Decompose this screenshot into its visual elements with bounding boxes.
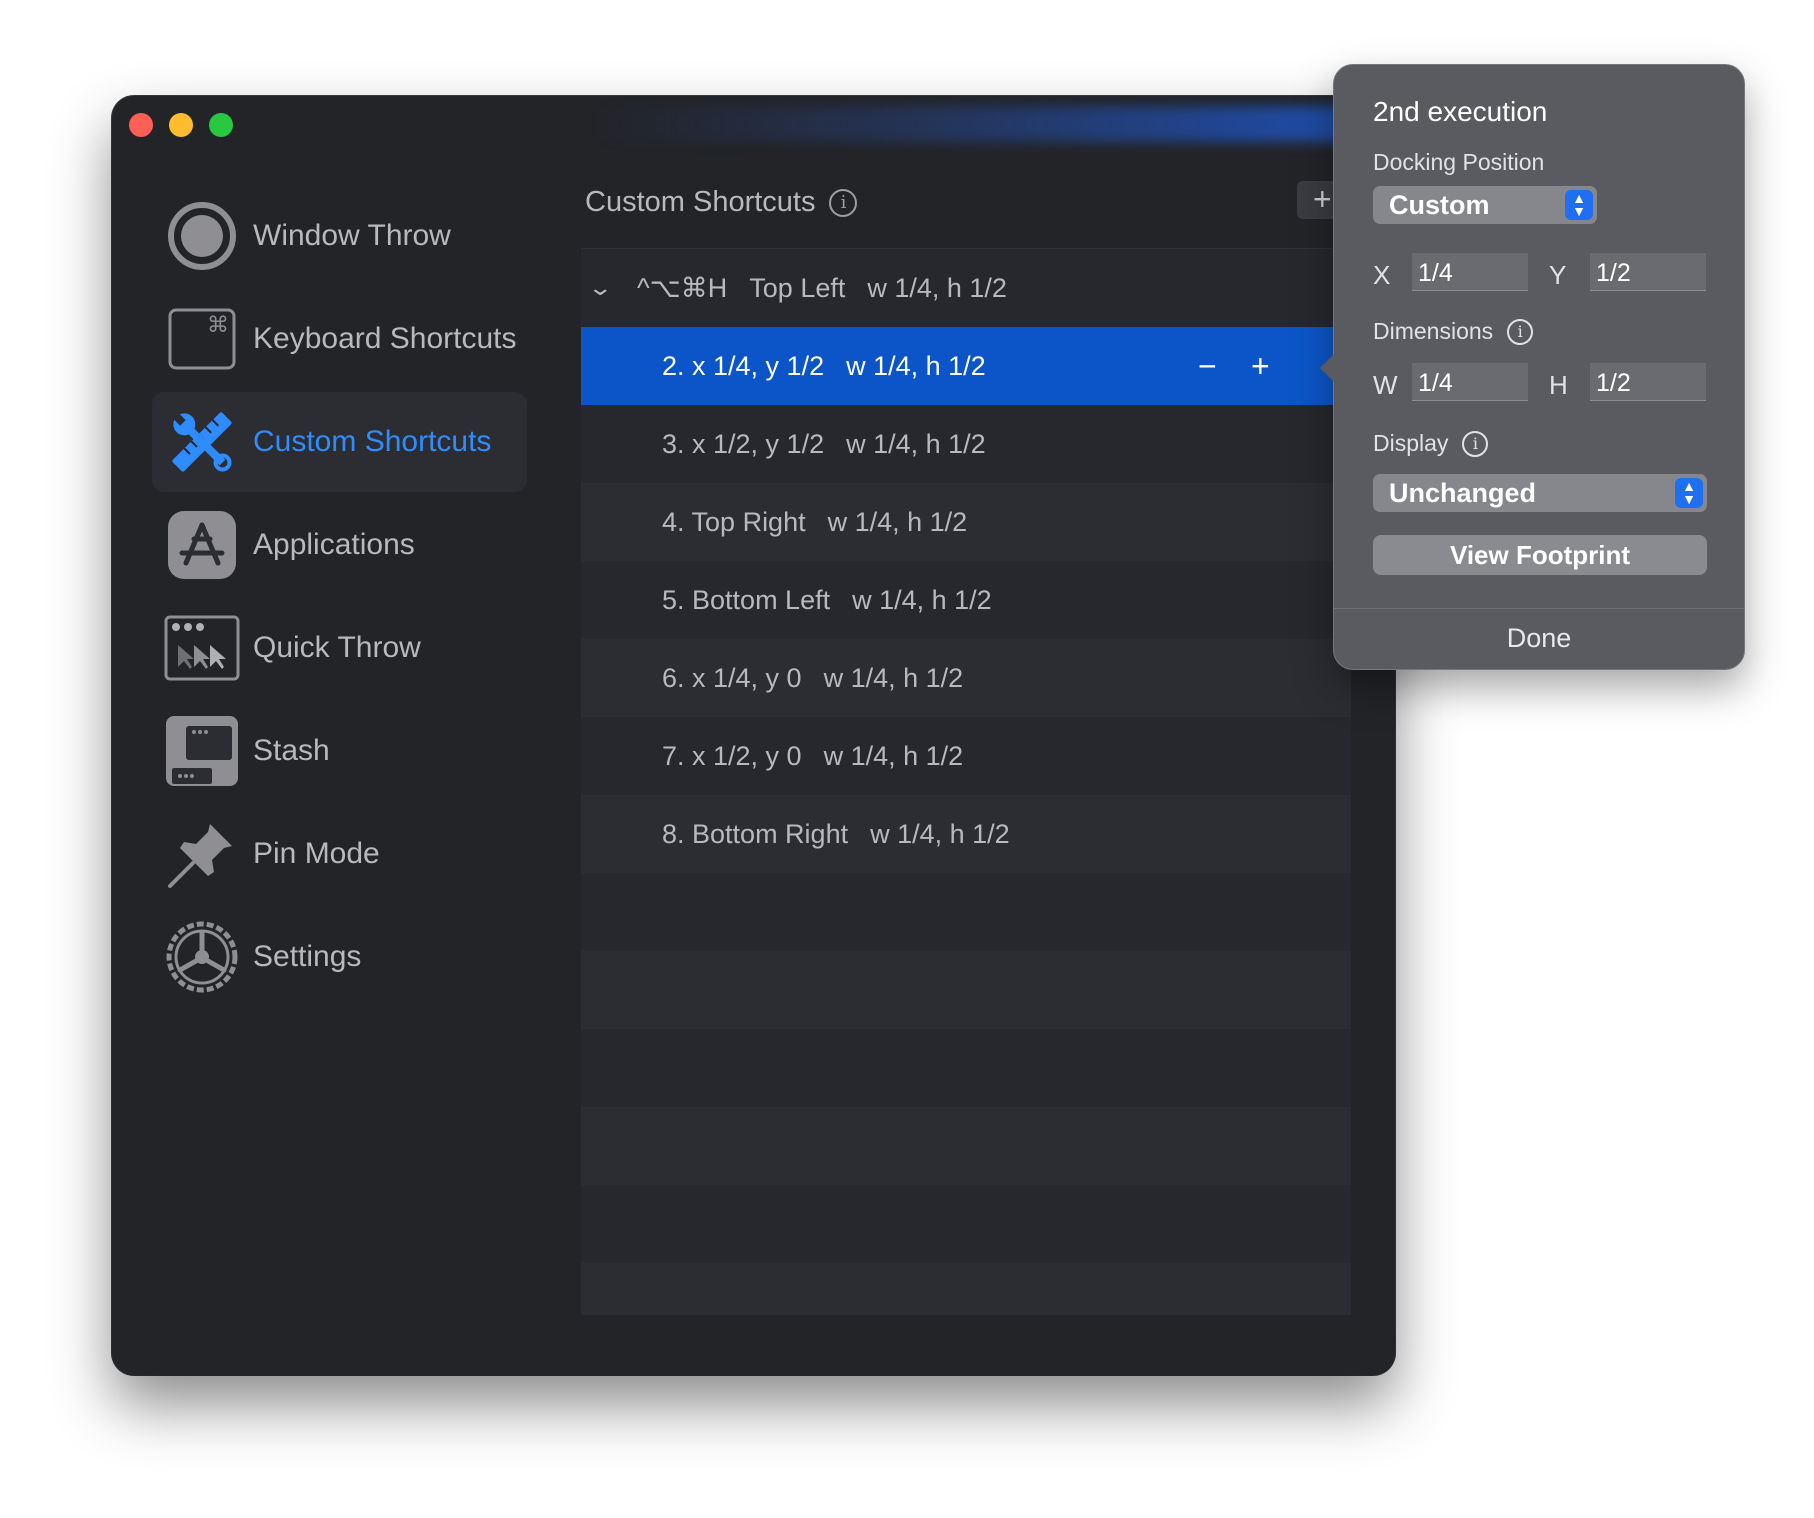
docking-position-select[interactable]: Custom ▲ ▼ <box>1373 186 1597 224</box>
row-name: 4. Top Right <box>662 506 806 537</box>
dimensions-label: Dimensions i <box>1373 318 1534 345</box>
zoom-window-button[interactable] <box>209 113 233 137</box>
docking-position-label: Docking Position <box>1373 149 1545 175</box>
execution-popover: 2nd execution Docking Position Custom ▲ ▼… <box>1320 64 1745 670</box>
table-row[interactable]: 3. x 1/2, y 1/2 w 1/4, h 1/2 <box>581 405 1351 483</box>
popover-arrow <box>1320 354 1334 382</box>
add-execution-button[interactable]: + <box>1251 348 1270 385</box>
wrench-ruler-icon <box>164 404 240 480</box>
gear-icon <box>164 919 240 995</box>
view-footprint-button[interactable]: View Footprint <box>1373 535 1707 575</box>
table-row[interactable]: 8. Bottom Right w 1/4, h 1/2 <box>581 795 1351 873</box>
row-name: 6. x 1/4, y 0 <box>662 662 802 693</box>
row-name: 3. x 1/2, y 1/2 <box>662 428 825 459</box>
info-icon[interactable]: i <box>1507 318 1534 345</box>
remove-execution-button[interactable]: − <box>1198 348 1217 385</box>
pushpin-icon <box>164 816 240 892</box>
row-size: w 1/4, h 1/2 <box>827 506 968 537</box>
sidebar-item-label: Stash <box>253 734 330 767</box>
empty-row <box>581 1029 1351 1107</box>
sidebar-item-pin-mode[interactable]: Pin Mode <box>152 804 527 904</box>
sidebar-item-stash[interactable]: Stash <box>152 701 527 801</box>
sidebar-item-label: Keyboard Shortcuts <box>253 322 517 355</box>
table-row[interactable]: 2. x 1/4, y 1/2 w 1/4, h 1/2 − + <box>581 327 1351 405</box>
sidebar-item-custom-shortcuts[interactable]: Custom Shortcuts <box>152 392 527 492</box>
page-title-text: Custom Shortcuts <box>585 186 816 218</box>
shortcut-list: ⌄ ^⌥⌘H Top Left w 1/4, h 1/2 2. x 1/4, y 1… <box>581 248 1351 1315</box>
table-row[interactable]: 5. Bottom Left w 1/4, h 1/2 <box>581 561 1351 639</box>
quick-throw-icon <box>164 610 240 686</box>
row-name: 8. Bottom Right <box>662 818 849 849</box>
table-row[interactable]: 4. Top Right w 1/4, h 1/2 <box>581 483 1351 561</box>
table-row[interactable]: 7. x 1/2, y 0 w 1/4, h 1/2 <box>581 717 1351 795</box>
sidebar: Window Throw ⌘ Keyboard Shortcuts Custom… <box>152 186 527 1010</box>
row-name: 2. x 1/4, y 1/2 <box>662 350 825 381</box>
row-size: w 1/4, h 1/2 <box>852 584 992 615</box>
empty-row <box>581 951 1351 1029</box>
shortcut-group-row[interactable]: ⌄ ^⌥⌘H Top Left w 1/4, h 1/2 <box>581 249 1351 327</box>
select-stepper-icon: ▲ ▼ <box>1565 190 1593 220</box>
row-size: w 1/4, h 1/2 <box>846 428 986 459</box>
sidebar-item-label: Window Throw <box>253 219 451 252</box>
page-title: Custom Shortcuts i <box>585 186 858 219</box>
x-field[interactable]: 1/4 <box>1412 253 1528 291</box>
info-icon[interactable]: i <box>829 188 858 217</box>
sidebar-item-window-throw[interactable]: Window Throw <box>152 186 527 286</box>
h-field[interactable]: 1/2 <box>1590 363 1706 401</box>
minimize-window-button[interactable] <box>169 113 193 137</box>
x-label: X <box>1373 260 1391 290</box>
sidebar-item-label: Applications <box>253 528 415 561</box>
app-window: Window Throw ⌘ Keyboard Shortcuts Custom… <box>112 96 1395 1375</box>
w-label: W <box>1373 370 1398 400</box>
group-row-text: ^⌥⌘H Top Left w 1/4, h 1/2 <box>637 273 1007 304</box>
select-stepper-icon: ▲ ▼ <box>1675 478 1703 508</box>
sidebar-item-quick-throw[interactable]: Quick Throw <box>152 598 527 698</box>
display-select[interactable]: Unchanged ▲ ▼ <box>1373 474 1707 512</box>
y-label: Y <box>1549 260 1567 290</box>
info-icon[interactable]: i <box>1462 430 1489 457</box>
titlebar-glow <box>592 106 1392 142</box>
popover-title: 2nd execution <box>1373 96 1548 127</box>
sidebar-item-label: Quick Throw <box>253 631 421 664</box>
h-label: H <box>1549 370 1568 400</box>
row-size: w 1/4, h 1/2 <box>823 662 964 693</box>
docking-position-value: Custom <box>1389 190 1490 220</box>
row-size: w 1/4, h 1/2 <box>823 740 964 771</box>
sidebar-item-settings[interactable]: Settings <box>152 907 527 1007</box>
table-row[interactable]: 6. x 1/4, y 0 w 1/4, h 1/2 <box>581 639 1351 717</box>
row-name: 5. Bottom Left <box>662 584 831 615</box>
window-throw-icon <box>164 198 240 274</box>
done-button[interactable]: Done <box>1334 623 1744 654</box>
stash-icon <box>164 713 240 789</box>
command-key-icon: ⌘ <box>164 301 240 377</box>
svg-text:⌘: ⌘ <box>207 313 229 338</box>
group-name: Top Left <box>749 272 846 303</box>
row-size: w 1/4, h 1/2 <box>846 350 986 381</box>
sidebar-item-keyboard-shortcuts[interactable]: ⌘ Keyboard Shortcuts <box>152 289 527 389</box>
sidebar-item-label: Custom Shortcuts <box>253 425 492 458</box>
divider <box>1334 608 1744 609</box>
sidebar-item-label: Pin Mode <box>253 837 380 870</box>
y-field[interactable]: 1/2 <box>1590 253 1706 291</box>
empty-row <box>581 1185 1351 1263</box>
group-shortcut-keys: ^⌥⌘H <box>637 272 728 303</box>
app-store-icon <box>164 507 240 583</box>
w-field[interactable]: 1/4 <box>1412 363 1528 401</box>
close-window-button[interactable] <box>129 113 153 137</box>
chevron-down-icon[interactable]: ⌄ <box>587 275 613 301</box>
row-name: 7. x 1/2, y 0 <box>662 740 802 771</box>
empty-row <box>581 1263 1351 1315</box>
group-size: w 1/4, h 1/2 <box>867 272 1007 303</box>
sidebar-item-applications[interactable]: Applications <box>152 495 527 595</box>
display-label: Display i <box>1373 430 1489 457</box>
sidebar-item-label: Settings <box>253 940 362 973</box>
empty-row <box>581 1107 1351 1185</box>
row-size: w 1/4, h 1/2 <box>870 818 1010 849</box>
display-value: Unchanged <box>1389 478 1537 508</box>
empty-row <box>581 873 1351 951</box>
